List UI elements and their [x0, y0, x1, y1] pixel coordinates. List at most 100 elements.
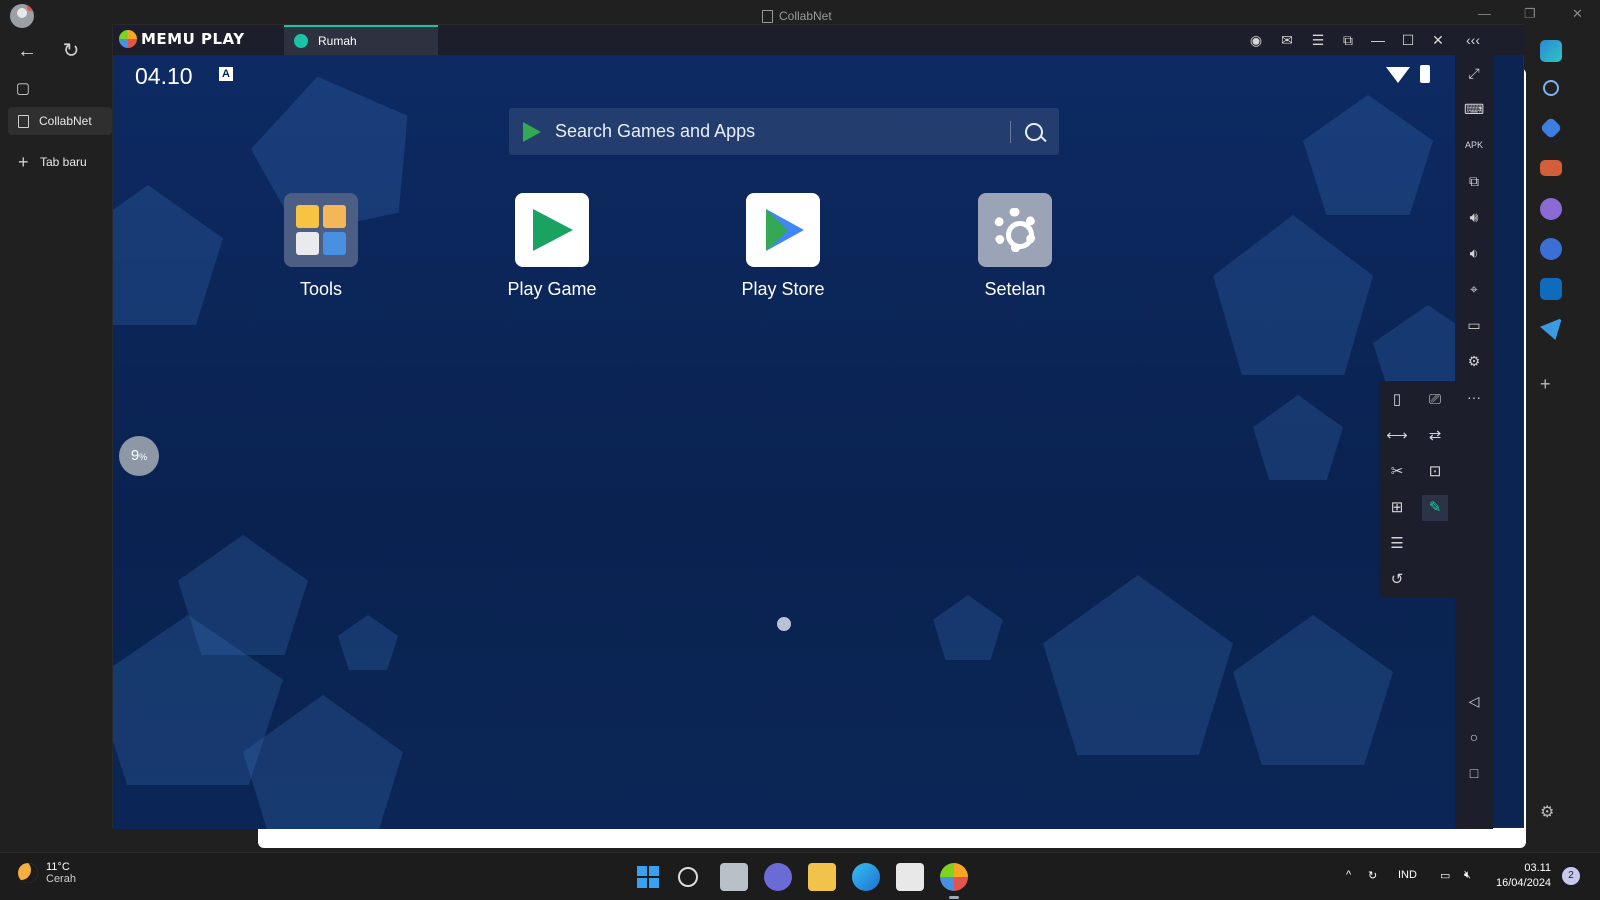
- memu-minimize-icon[interactable]: —: [1368, 30, 1388, 50]
- refresh-icon[interactable]: ↻: [56, 36, 86, 66]
- app-play-store[interactable]: Play Store: [713, 193, 853, 300]
- system-clock[interactable]: 03.11 16/04/2024: [1496, 861, 1551, 891]
- feedback-icon[interactable]: ⧉: [1338, 30, 1358, 50]
- network-icon[interactable]: ▭: [1440, 869, 1450, 882]
- shake-icon[interactable]: ⟷: [1384, 423, 1410, 449]
- volume-up-icon[interactable]: 🔊︎: [1464, 207, 1484, 227]
- store-icon[interactable]: [896, 863, 924, 891]
- search-icon[interactable]: [1025, 122, 1043, 141]
- reset-icon[interactable]: ↺: [1384, 567, 1410, 593]
- list-icon[interactable]: ☰: [1384, 531, 1410, 557]
- search-divider: [1010, 120, 1011, 143]
- tools-briefcase-icon[interactable]: [1540, 160, 1562, 176]
- edit-icon[interactable]: ✎: [1422, 495, 1448, 521]
- screenshot-icon[interactable]: ▯: [1384, 387, 1410, 413]
- account-icon[interactable]: ◉: [1246, 30, 1266, 50]
- task-view-icon[interactable]: [720, 863, 748, 891]
- fullscreen-icon[interactable]: ⤢: [1464, 63, 1484, 83]
- memu-maximize-icon[interactable]: ☐: [1398, 30, 1418, 50]
- m365-icon[interactable]: [1540, 238, 1562, 260]
- tools-folder-icon: [284, 193, 358, 267]
- android-home-screen: 04.10 A Search Games and Apps Tools Play…: [113, 55, 1455, 829]
- bg-pentagon: [338, 615, 398, 670]
- outlook-icon[interactable]: [1540, 278, 1562, 300]
- games-icon[interactable]: [1540, 198, 1562, 220]
- memu-close-icon[interactable]: ✕: [1428, 30, 1448, 50]
- android-recents-icon[interactable]: □: [1464, 763, 1484, 783]
- settings-icon[interactable]: ⚙: [1540, 802, 1554, 822]
- menu-icon[interactable]: ☰: [1308, 30, 1328, 50]
- memu-toolbar: ⤢ ⌨ APK ⧉ 🔊︎ 🔉︎ ⌖ ▭ ⚙ ··· ◁ ○ □: [1455, 55, 1493, 829]
- wifi-icon: [1386, 67, 1410, 83]
- file-explorer-icon[interactable]: [808, 863, 836, 891]
- search-bar[interactable]: Search Games and Apps: [509, 108, 1059, 155]
- bg-pentagon: [1213, 215, 1373, 375]
- app-tools[interactable]: Tools: [251, 193, 391, 300]
- close-icon[interactable]: ✕: [1572, 6, 1583, 22]
- status-notification-icon: A: [219, 67, 233, 81]
- show-hidden-icons-icon[interactable]: ^: [1346, 869, 1351, 881]
- tab-rumah[interactable]: Rumah: [284, 25, 438, 55]
- sync-status-icon[interactable]: ↻: [1368, 869, 1377, 882]
- edge-sidebar: ··· + ⚙: [1502, 32, 1600, 852]
- add-sidebar-app-icon[interactable]: +: [1540, 374, 1551, 395]
- bg-pentagon: [1043, 575, 1233, 755]
- cut-icon[interactable]: ✂: [1384, 459, 1410, 485]
- keyboard-icon[interactable]: ⌨: [1464, 99, 1484, 119]
- minimize-icon[interactable]: —: [1478, 6, 1491, 21]
- multi-window-icon[interactable]: ⧉: [1464, 171, 1484, 191]
- edge-icon[interactable]: [852, 863, 880, 891]
- volume-muted-icon[interactable]: 🔇︎: [1464, 869, 1471, 882]
- plus-icon: +: [18, 151, 29, 172]
- volume-down-icon[interactable]: 🔉︎: [1464, 243, 1484, 263]
- home-tab-icon: [294, 34, 308, 48]
- battery-icon: [1420, 65, 1430, 83]
- location-icon[interactable]: ⌖: [1464, 279, 1484, 299]
- search-icon[interactable]: [678, 867, 698, 887]
- settings-icon[interactable]: ⚙: [1464, 351, 1484, 371]
- bg-pentagon: [1303, 95, 1433, 215]
- rotate-screen-icon[interactable]: ⊡: [1422, 459, 1448, 485]
- play-games-icon: [515, 193, 589, 267]
- more-icon[interactable]: ···: [1464, 387, 1484, 407]
- memu-logo: MEMU PLAY: [119, 30, 245, 48]
- screen-record-icon[interactable]: ⎚: [1422, 387, 1448, 413]
- android-home-icon[interactable]: ○: [1464, 727, 1484, 747]
- teams-chat-icon[interactable]: [764, 863, 792, 891]
- bg-pentagon: [933, 595, 1003, 660]
- sync-operation-icon[interactable]: ⇄: [1422, 423, 1448, 449]
- mail-icon[interactable]: ✉: [1277, 30, 1297, 50]
- android-back-icon[interactable]: ◁: [1464, 691, 1484, 711]
- app-play-game[interactable]: Play Game: [482, 193, 622, 300]
- folder-icon[interactable]: ▭: [1464, 315, 1484, 335]
- tab-collabnet[interactable]: CollabNet: [8, 107, 112, 135]
- memu-taskbar-icon[interactable]: [940, 863, 968, 899]
- search-icon[interactable]: [1543, 80, 1559, 96]
- memu-window: MEMU PLAY Rumah ◉ ✉ ☰ ⧉ — ☐ ✕ ‹‹‹ 04.10 …: [112, 24, 1525, 829]
- copilot-icon[interactable]: [1540, 40, 1562, 62]
- play-store-logo-icon: [523, 121, 541, 142]
- restore-icon[interactable]: ❐: [1524, 6, 1536, 22]
- shopping-tag-icon[interactable]: [1539, 116, 1563, 140]
- tab-actions-icon[interactable]: ▢: [8, 74, 38, 104]
- toolbox-icon[interactable]: ⊞: [1384, 495, 1410, 521]
- vertical-tab-sidebar: ← ↻ ▢ CollabNet + Tab baru: [0, 32, 112, 852]
- notification-badge[interactable]: 2: [1562, 867, 1580, 885]
- language-indicator[interactable]: IND: [1398, 869, 1417, 881]
- boost-widget[interactable]: 9%: [119, 436, 159, 476]
- bg-pentagon: [113, 185, 223, 325]
- bg-pentagon: [1233, 615, 1393, 765]
- weather-widget[interactable]: 11°C Cerah: [18, 861, 76, 885]
- profile-avatar-icon[interactable]: [10, 4, 34, 28]
- memu-titlebar: MEMU PLAY Rumah ◉ ✉ ☰ ⧉ — ☐ ✕ ‹‹‹: [113, 25, 1525, 55]
- page-indicator: [777, 617, 791, 631]
- back-icon[interactable]: ←: [12, 36, 42, 66]
- drop-send-icon[interactable]: [1540, 318, 1562, 340]
- collapse-sidebar-icon[interactable]: ‹‹‹: [1463, 30, 1483, 50]
- app-setelan[interactable]: Setelan: [945, 193, 1085, 300]
- new-tab-button[interactable]: + Tab baru: [8, 148, 112, 176]
- more-tools-panel: ▯ ⎚ ⟷ ⇄ ✂ ⊡ ⊞ ✎ ☰ ↺: [1379, 381, 1455, 597]
- start-icon[interactable]: [634, 863, 662, 891]
- apk-icon[interactable]: APK: [1464, 135, 1484, 155]
- window-title: CollabNet: [762, 9, 832, 23]
